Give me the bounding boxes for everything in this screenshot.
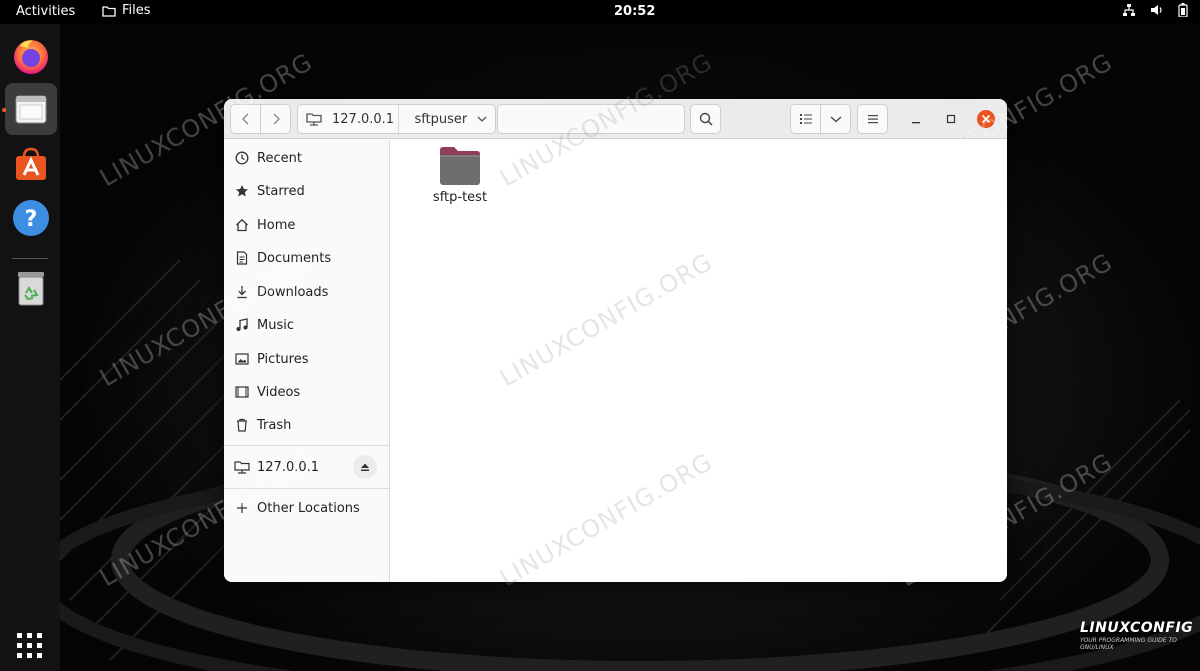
sidebar-item-label: Downloads [257,284,329,300]
system-tray[interactable] [1122,3,1188,17]
sidebar-item-home[interactable]: Home [224,209,389,241]
sidebar-item-mount[interactable]: 127.0.0.1 [224,451,389,483]
grid-icon[interactable] [16,632,44,660]
sidebar-item-label: Home [257,217,296,233]
eject-button[interactable] [353,455,377,479]
eject-icon [361,463,369,471]
file-view[interactable]: sftp-test [390,140,1007,582]
folder-icon [440,147,480,185]
trash-icon [18,272,44,306]
view-list-button[interactable] [790,104,821,134]
chevron-down-icon [477,116,487,122]
app-menu-label: Files [122,3,151,18]
dock-software[interactable] [5,138,57,190]
sidebar-item-videos[interactable]: Videos [224,376,389,408]
main-menu-button[interactable] [857,104,888,134]
sidebar-item-label: Recent [257,150,302,166]
sidebar-item-pictures[interactable]: Pictures [224,343,389,375]
file-item-folder[interactable]: sftp-test [422,146,498,205]
search-icon [699,112,713,126]
brand-logo: LINUXCONFIG YOUR PROGRAMMING GUIDE TO GN… [1080,620,1200,651]
dock-files[interactable] [5,83,57,135]
brand-name: LINUXCONFIG [1080,620,1194,636]
app-menu-files[interactable]: Files [102,3,151,18]
forward-button[interactable] [260,104,291,134]
sidebar-item-other-locations[interactable]: Other Locations [224,492,389,524]
battery-icon [1178,3,1188,17]
sidebar-item-starred[interactable]: Starred [224,175,389,207]
document-icon [234,250,250,266]
chevron-right-icon [273,113,280,125]
path-bar-empty-area[interactable] [497,104,685,134]
plus-icon [234,500,250,516]
files-icon [15,95,47,124]
hamburger-icon [867,115,878,124]
path-segment-label: sftpuser [414,111,468,127]
top-bar: Activities Files 20:52 [0,0,1200,24]
network-drive-icon [306,113,322,126]
maximize-icon [946,114,956,124]
trash-icon [234,417,250,433]
sidebar-item-recent[interactable]: Recent [224,142,389,174]
clock[interactable]: 20:52 [614,4,655,19]
maximize-button[interactable] [941,109,961,129]
path-segment-user[interactable]: sftpuser [399,105,495,133]
sidebar-item-label: 127.0.0.1 [257,459,320,475]
path-segment-label: 127.0.0.1 [332,111,395,127]
files-window: 127.0.0.1 sftpuser Recent Starred Home D… [224,99,1007,582]
firefox-icon [14,40,48,74]
picture-icon [234,351,250,367]
view-options-button[interactable] [820,104,851,134]
minimize-icon [912,122,920,124]
download-icon [234,284,250,300]
sidebar-item-downloads[interactable]: Downloads [224,276,389,308]
close-icon [977,110,995,128]
home-icon [234,217,250,233]
music-icon [234,317,250,333]
minimize-button[interactable] [906,109,926,129]
sidebar-item-label: Documents [257,250,332,266]
sidebar-item-trash[interactable]: Trash [224,409,389,441]
video-icon [234,384,250,400]
activities-button[interactable]: Activities [16,4,75,19]
dock-help[interactable]: ? [5,192,57,244]
network-icon [1123,4,1135,16]
path-segment-host[interactable]: 127.0.0.1 [298,105,398,133]
sidebar-item-label: Starred [257,183,305,199]
back-button[interactable] [230,104,261,134]
chevron-down-icon [830,116,841,123]
search-button[interactable] [690,104,721,134]
clock-icon [234,150,250,166]
sidebar: Recent Starred Home Documents Downloads … [224,140,390,582]
network-drive-icon [234,459,250,475]
star-icon [234,183,250,199]
sidebar-item-label: Trash [257,417,292,433]
header-bar: 127.0.0.1 sftpuser [224,99,1007,139]
chevron-left-icon [241,113,248,125]
software-icon [16,147,46,180]
volume-icon [1151,5,1162,15]
file-name: sftp-test [432,190,488,205]
brand-tagline: YOUR PROGRAMMING GUIDE TO GNU/LINUX [1080,637,1177,651]
folder-icon [102,5,116,17]
sidebar-item-label: Music [257,317,294,333]
path-bar: 127.0.0.1 sftpuser [297,104,496,134]
dock-separator [12,258,48,259]
svg-text:?: ? [25,207,38,232]
dock-firefox[interactable] [5,30,57,82]
sidebar-item-label: Other Locations [257,500,360,516]
list-view-icon [799,114,812,124]
sidebar-item-label: Pictures [257,351,309,367]
sidebar-item-documents[interactable]: Documents [224,242,389,274]
sidebar-separator [224,488,389,489]
help-icon: ? [13,200,49,236]
dock-trash[interactable] [5,262,57,314]
dock: ? [0,24,60,671]
close-button[interactable] [976,109,996,129]
sidebar-separator [224,445,389,446]
sidebar-item-music[interactable]: Music [224,309,389,341]
sidebar-item-label: Videos [257,384,301,400]
